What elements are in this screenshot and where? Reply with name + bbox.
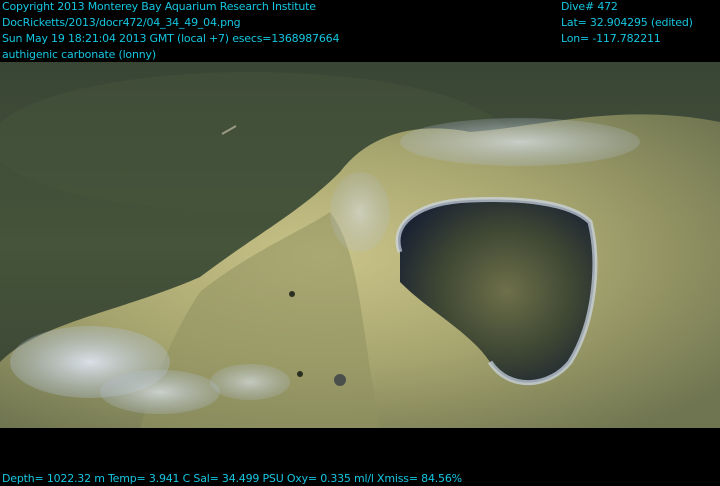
sensor-readout-text: Depth= 1022.32 m Temp= 3.941 C Sal= 34.4… xyxy=(2,472,462,485)
rock-pit-lower xyxy=(334,374,346,386)
bacterial-mat-crest xyxy=(330,172,390,252)
copyright-text: Copyright 2013 Monterey Bay Aquarium Res… xyxy=(2,0,316,13)
seafloor-photo xyxy=(0,62,720,428)
latitude-text: Lat= 32.904295 (edited) xyxy=(561,16,693,29)
seafloor-scene xyxy=(0,62,720,428)
bacterial-mat-lower xyxy=(100,370,220,414)
top-overlay-band: Copyright 2013 Monterey Bay Aquarium Res… xyxy=(0,0,720,62)
rock-pit xyxy=(289,291,295,297)
bacterial-mat-ridge xyxy=(400,118,640,166)
file-path-text: DocRicketts/2013/docr472/04_34_49_04.png xyxy=(2,16,241,29)
rock-pit-small xyxy=(297,371,303,377)
longitude-text: Lon= -117.782211 xyxy=(561,32,661,45)
timestamp-text: Sun May 19 18:21:04 2013 GMT (local +7) … xyxy=(2,32,340,45)
annotation-text: authigenic carbonate (lonny) xyxy=(2,48,156,61)
dive-number-text: Dive# 472 xyxy=(561,0,618,13)
bacterial-mat-center xyxy=(210,364,290,400)
bottom-overlay-band: Depth= 1022.32 m Temp= 3.941 C Sal= 34.4… xyxy=(0,428,720,486)
